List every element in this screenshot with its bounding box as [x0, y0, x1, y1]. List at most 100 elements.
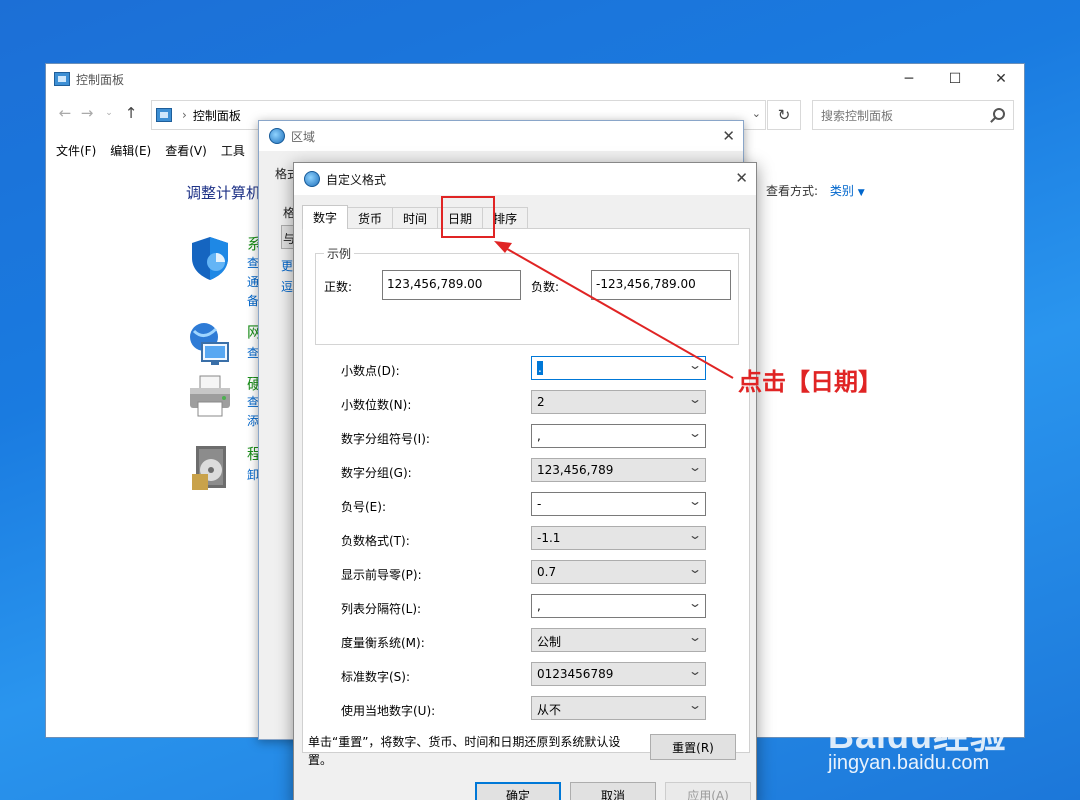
standard-digits-value: 0123456789 — [537, 667, 614, 681]
leading-zero-label: 显示前导零(P): — [341, 568, 422, 582]
forward-arrow-icon[interactable]: → — [76, 104, 98, 122]
chevron-down-icon[interactable]: ⌄ — [688, 698, 702, 712]
menu-file[interactable]: 文件(F) — [56, 142, 96, 159]
annotation-text: 点击【日期】 — [738, 367, 882, 396]
chevron-down-icon[interactable]: ⌄ — [688, 358, 702, 372]
reset-button[interactable]: 重置(R) — [650, 734, 736, 760]
control-panel-titlebar: 控制面板 ─ ☐ ✕ — [46, 64, 1024, 94]
example-group: 示例 正数: 123,456,789.00 负数: -123,456,789.0… — [315, 245, 739, 345]
custom-format-dialog: 自定义格式 ✕ 数字 货币 时间 日期 排序 示例 正数: 123,456,78… — [293, 162, 757, 800]
recent-dropdown-icon[interactable]: ⌄ — [98, 108, 120, 118]
ok-button[interactable]: 确定 — [475, 782, 561, 800]
leading-zero-select[interactable]: 0.7 ⌄ — [531, 560, 706, 584]
minimize-button[interactable]: ─ — [886, 64, 932, 94]
globe-icon — [304, 171, 320, 187]
chevron-down-icon[interactable]: ⌄ — [688, 392, 702, 406]
back-arrow-icon[interactable]: ← — [54, 104, 76, 122]
search-placeholder: 搜索控制面板 — [821, 108, 894, 123]
negative-example-field: -123,456,789.00 — [591, 270, 731, 300]
negative-sign-value: - — [537, 497, 542, 511]
menu-view[interactable]: 查看(V) — [165, 142, 207, 159]
decimal-digits-label: 小数位数(N): — [341, 398, 412, 412]
menu-bar: 文件(F) 编辑(E) 查看(V) 工具 — [56, 142, 245, 159]
digit-grouping-symbol-label: 数字分组符号(I): — [341, 432, 430, 446]
decimal-digits-select[interactable]: 2 ⌄ — [531, 390, 706, 414]
dialog-title: 自定义格式 — [326, 172, 387, 187]
native-digits-value: 从不 — [537, 703, 562, 717]
chevron-down-icon[interactable]: ⌄ — [688, 562, 702, 576]
shield-icon[interactable] — [186, 234, 234, 282]
digit-grouping-symbol-value: , — [537, 429, 541, 443]
decimal-symbol-value: . — [537, 361, 543, 375]
chevron-down-icon[interactable]: ⌄ — [688, 664, 702, 678]
cancel-button[interactable]: 取消 — [570, 782, 656, 800]
negative-format-select[interactable]: -1.1 ⌄ — [531, 526, 706, 550]
window-title: 控制面板 — [76, 72, 125, 87]
example-group-label: 示例 — [324, 245, 355, 262]
breadcrumb-separator-icon: › — [182, 108, 187, 122]
region-link[interactable]: 更 — [281, 257, 293, 274]
decimal-symbol-combo[interactable]: . ⌄ — [531, 356, 706, 380]
digit-grouping-symbol-combo[interactable]: , ⌄ — [531, 424, 706, 448]
chevron-down-icon[interactable]: ▼ — [858, 188, 865, 198]
standard-digits-label: 标准数字(S): — [341, 670, 411, 684]
decimal-symbol-label: 小数点(D): — [341, 364, 400, 378]
network-globe-icon[interactable] — [186, 319, 234, 367]
control-panel-small-icon — [156, 108, 172, 122]
chevron-down-icon[interactable]: ⌄ — [752, 107, 761, 120]
close-button[interactable]: ✕ — [978, 64, 1024, 94]
measurement-system-select[interactable]: 公制 ⌄ — [531, 628, 706, 652]
list-separator-value: , — [537, 599, 541, 613]
close-icon[interactable]: ✕ — [735, 169, 748, 187]
maximize-button[interactable]: ☐ — [932, 64, 978, 94]
close-icon[interactable]: ✕ — [722, 127, 735, 145]
negative-format-value: -1.1 — [537, 531, 561, 545]
native-digits-label: 使用当地数字(U): — [341, 704, 436, 718]
number-tab-panel: 示例 正数: 123,456,789.00 负数: -123,456,789.0… — [302, 228, 750, 753]
printer-icon[interactable] — [186, 372, 234, 420]
digit-grouping-select[interactable]: 123,456,789 ⌄ — [531, 458, 706, 482]
negative-label: 负数: — [531, 280, 560, 294]
positive-example-field: 123,456,789.00 — [382, 270, 521, 300]
chevron-down-icon[interactable]: ⌄ — [688, 596, 702, 610]
search-input[interactable]: 搜索控制面板 — [812, 100, 1014, 130]
list-separator-label: 列表分隔符(L): — [341, 602, 422, 616]
date-tab-highlight-box — [441, 196, 495, 238]
control-panel-icon — [54, 72, 70, 86]
tab-currency[interactable]: 货币 — [347, 207, 394, 229]
digit-grouping-value: 123,456,789 — [537, 463, 614, 477]
menu-tools[interactable]: 工具 — [221, 142, 245, 159]
native-digits-select[interactable]: 从不 ⌄ — [531, 696, 706, 720]
search-icon — [993, 108, 1005, 120]
negative-format-label: 负数格式(T): — [341, 534, 410, 548]
region-titlebar: 区域 ✕ — [259, 121, 743, 151]
positive-label: 正数: — [324, 280, 353, 294]
view-by-dropdown[interactable]: 类别 — [830, 184, 854, 198]
list-separator-combo[interactable]: , ⌄ — [531, 594, 706, 618]
chevron-down-icon[interactable]: ⌄ — [688, 426, 702, 440]
breadcrumb[interactable]: 控制面板 — [193, 107, 241, 124]
refresh-button[interactable]: ↻ — [767, 100, 801, 130]
view-by: 查看方式: 类别 ▼ — [766, 182, 865, 199]
region-title: 区域 — [291, 129, 316, 144]
menu-edit[interactable]: 编辑(E) — [110, 142, 151, 159]
up-arrow-icon[interactable]: ↑ — [120, 104, 142, 122]
chevron-down-icon[interactable]: ⌄ — [688, 460, 702, 474]
chevron-down-icon[interactable]: ⌄ — [688, 528, 702, 542]
negative-sign-combo[interactable]: - ⌄ — [531, 492, 706, 516]
standard-digits-select[interactable]: 0123456789 ⌄ — [531, 662, 706, 686]
apply-button[interactable]: 应用(A) — [665, 782, 751, 800]
tab-number[interactable]: 数字 — [302, 205, 349, 229]
region-link[interactable]: 逗 — [281, 278, 293, 295]
programs-disc-icon[interactable] — [186, 444, 234, 492]
decimal-digits-value: 2 — [537, 395, 545, 409]
chevron-down-icon[interactable]: ⌄ — [688, 494, 702, 508]
leading-zero-value: 0.7 — [537, 565, 557, 579]
negative-sign-label: 负号(E): — [341, 500, 386, 514]
chevron-down-icon[interactable]: ⌄ — [688, 630, 702, 644]
view-by-label: 查看方式: — [766, 184, 819, 198]
page-title: 调整计算机 — [186, 184, 262, 202]
tab-time[interactable]: 时间 — [392, 207, 439, 229]
custom-format-titlebar: 自定义格式 ✕ — [294, 163, 756, 195]
digit-grouping-label: 数字分组(G): — [341, 466, 412, 480]
